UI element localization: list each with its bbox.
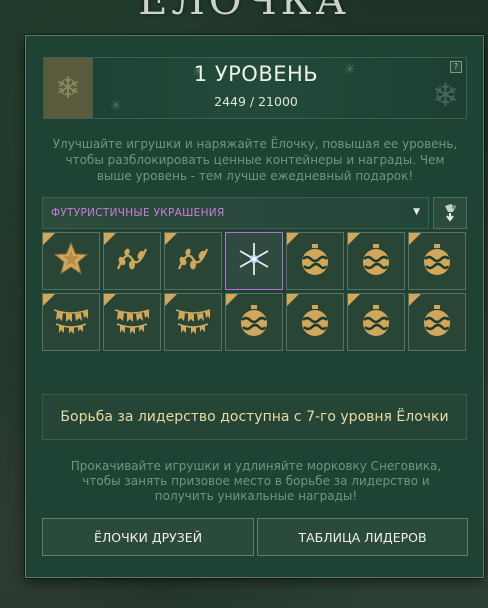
bunting-flags-icon [173,300,213,344]
upgrade-corner-marker [409,233,421,245]
bunting-flags-icon [112,300,152,344]
star-icon [51,239,91,283]
ornament-ball-icon [234,300,274,344]
decoration-slot[interactable] [408,232,466,290]
leaderboard-button[interactable]: ТАБЛИЦА ЛИДЕРОВ [257,518,468,556]
ornament-ball-icon [356,300,396,344]
decoration-slot[interactable] [103,232,161,290]
bunting-flags-icon [51,300,91,344]
upgrade-corner-marker [287,294,299,306]
decoration-slot[interactable] [164,293,222,351]
upgrade-corner-marker [43,233,55,245]
ornament-ball-icon [356,239,396,283]
upgrade-corner-marker [104,233,116,245]
decoration-slot[interactable] [286,232,344,290]
help-button[interactable]: ? [450,61,462,73]
decoration-slot[interactable] [347,232,405,290]
garland-icon [112,239,152,283]
apply-decoration-button[interactable] [433,197,467,229]
upgrade-corner-marker [43,294,55,306]
decoration-slot[interactable] [225,232,283,290]
decoration-slot[interactable] [347,293,405,351]
level-title: 1 УРОВЕНЬ [193,62,319,86]
category-label: ФУТУРИСТИЧНЫЕ УКРАШЕНИЯ [51,207,225,219]
ornament-ball-icon [295,300,335,344]
leaderboard-hint: Прокачивайте игрушки и удлиняйте морковк… [70,459,442,503]
upgrade-corner-marker [226,294,238,306]
friends-trees-button[interactable]: ЁЛОЧКИ ДРУЗЕЙ [42,518,254,556]
upgrade-corner-marker [348,294,360,306]
level-progress: 2449 / 21000 [214,94,298,109]
description-text: Улучшайте игрушки и наряжайте Ёлочку, по… [52,137,458,183]
decoration-slot[interactable] [103,293,161,351]
sparkle-ornament-icon [234,239,274,283]
upgrade-corner-marker [104,294,116,306]
upgrade-corner-marker [348,233,360,245]
upgrade-corner-marker [287,233,299,245]
triangle-down-icon: ▼ [413,207,420,217]
upgrade-corner-marker [409,294,421,306]
ornament-ball-icon [417,239,457,283]
leaderboard-notice: Борьба за лидерство доступна с 7-го уров… [42,394,467,440]
decoration-slot[interactable] [164,232,222,290]
decoration-slot[interactable] [42,232,100,290]
hand-drop-icon [445,204,456,222]
decoration-slot[interactable] [42,293,100,351]
decoration-slot[interactable] [225,293,283,351]
level-header: ❄ ✳ ✳ ✳ ❄ 1 УРОВЕНЬ 2449 / 21000 ? [43,57,467,119]
ornament-ball-icon [295,239,335,283]
window-title: ЁЛОЧКА [138,0,350,24]
decoration-grid [42,232,468,351]
decoration-slot[interactable] [408,293,466,351]
tree-panel: ❄ ✳ ✳ ✳ ❄ 1 УРОВЕНЬ 2449 / 21000 ? Улучш… [25,35,484,578]
garland-icon [173,239,213,283]
category-dropdown[interactable]: ФУТУРИСТИЧНЫЕ УКРАШЕНИЯ ▼ [42,197,429,229]
upgrade-corner-marker [165,294,177,306]
ornament-ball-icon [417,300,457,344]
decoration-slot[interactable] [286,293,344,351]
upgrade-corner-marker [165,233,177,245]
